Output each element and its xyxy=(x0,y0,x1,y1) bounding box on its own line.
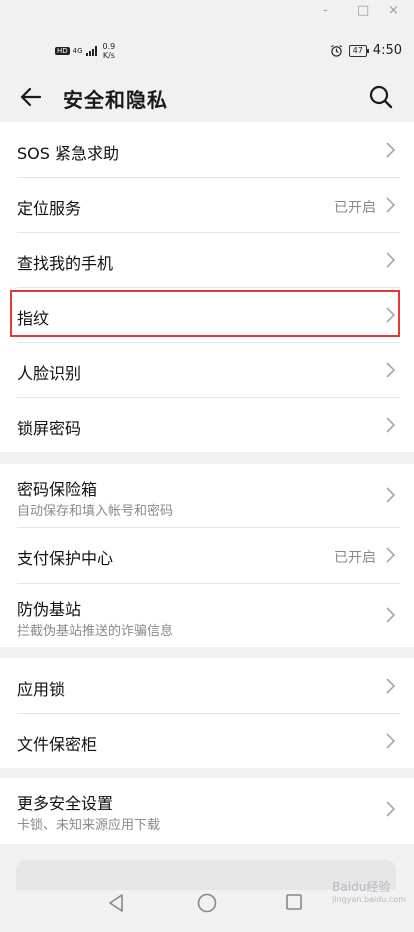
fingerprint-highlight-box xyxy=(10,290,400,337)
chevron-right-icon xyxy=(386,362,396,378)
settings-group-more: 更多安全设置 卡锁、未知来源应用下载 xyxy=(0,778,414,844)
chevron-right-icon xyxy=(386,417,396,433)
more-security-settings-item[interactable]: 更多安全设置 卡锁、未知来源应用下载 xyxy=(0,778,414,844)
minimize-button[interactable]: - xyxy=(323,3,328,18)
face-recognition-item[interactable]: 人脸识别 xyxy=(0,342,414,397)
item-label: 密码保险箱 xyxy=(17,480,98,499)
lock-screen-password-item[interactable]: 锁屏密码 xyxy=(0,397,414,452)
item-label: 查找我的手机 xyxy=(17,254,114,273)
chevron-right-icon xyxy=(386,678,396,694)
back-arrow-icon[interactable] xyxy=(18,84,44,110)
item-label: 应用锁 xyxy=(17,680,66,699)
close-button[interactable]: × xyxy=(388,3,399,18)
hd-badge: HD xyxy=(55,47,70,55)
page-title: 安全和隐私 xyxy=(63,88,168,112)
signal-icon xyxy=(85,46,97,56)
baidu-watermark: Baidu经验 jingyan.baidu.com xyxy=(332,878,406,904)
chevron-right-icon xyxy=(386,252,396,268)
network-speed: 0.9 K/s xyxy=(103,42,116,60)
item-subtitle: 自动保存和填入帐号和密码 xyxy=(17,504,174,519)
maximize-button[interactable]: □ xyxy=(357,3,369,18)
sos-emergency-item[interactable]: SOS 紧急求助 xyxy=(0,122,414,177)
status-bar: HD 4G 0.9 K/s 47 4:50 xyxy=(0,24,414,74)
fake-base-station-item[interactable]: 防伪基站 拦截伪基站推送的诈骗信息 xyxy=(0,583,414,647)
chevron-right-icon xyxy=(386,487,396,503)
network-type: 4G xyxy=(72,46,83,55)
app-header: 安全和隐私 xyxy=(0,74,414,122)
password-vault-item[interactable]: 密码保险箱 自动保存和填入帐号和密码 xyxy=(0,464,414,527)
nav-recents-icon[interactable] xyxy=(284,892,304,912)
chevron-right-icon xyxy=(386,197,396,213)
app-lock-item[interactable]: 应用锁 xyxy=(0,658,414,713)
settings-group-locks: 应用锁 文件保密柜 xyxy=(0,658,414,768)
clock: 4:50 xyxy=(372,43,402,58)
chevron-right-icon xyxy=(386,733,396,749)
item-subtitle: 拦截伪基站推送的诈骗信息 xyxy=(17,624,174,639)
chevron-right-icon xyxy=(386,607,396,623)
window-title-bar: - □ × xyxy=(0,0,414,24)
item-label: 更多安全设置 xyxy=(17,794,114,813)
nav-home-icon[interactable] xyxy=(196,892,218,914)
file-safe-item[interactable]: 文件保密柜 xyxy=(0,713,414,768)
item-label: 支付保护中心 xyxy=(17,549,114,568)
nav-back-icon[interactable] xyxy=(106,892,126,914)
item-subtitle: 卡锁、未知来源应用下载 xyxy=(17,818,161,833)
location-service-item[interactable]: 定位服务 已开启 xyxy=(0,177,414,232)
watermark-main: Baidu经验 xyxy=(332,880,391,894)
chevron-right-icon xyxy=(386,547,396,563)
item-label: 文件保密柜 xyxy=(17,735,98,754)
item-label: SOS 紧急求助 xyxy=(17,144,119,163)
find-my-phone-item[interactable]: 查找我的手机 xyxy=(0,232,414,287)
chevron-right-icon xyxy=(386,801,396,817)
item-status: 已开启 xyxy=(334,550,376,566)
watermark-url: jingyan.baidu.com xyxy=(332,895,406,904)
item-label: 防伪基站 xyxy=(17,600,82,619)
item-label: 锁屏密码 xyxy=(17,419,82,438)
chevron-right-icon xyxy=(386,142,396,158)
alarm-icon xyxy=(330,44,342,57)
item-label: 定位服务 xyxy=(17,199,82,218)
battery-icon: 47 xyxy=(348,44,370,57)
item-label: 人脸识别 xyxy=(17,364,82,383)
settings-group-privacy: 密码保险箱 自动保存和填入帐号和密码 支付保护中心 已开启 防伪基站 拦截伪基站… xyxy=(0,464,414,647)
payment-protection-item[interactable]: 支付保护中心 已开启 xyxy=(0,527,414,583)
settings-group-biometrics: SOS 紧急求助 定位服务 已开启 查找我的手机 指纹 人脸识别 锁屏密码 xyxy=(0,122,414,452)
item-status: 已开启 xyxy=(334,200,376,216)
speed-unit: K/s xyxy=(102,51,115,60)
speed-value: 0.9 xyxy=(102,42,116,51)
search-icon[interactable] xyxy=(368,84,394,110)
